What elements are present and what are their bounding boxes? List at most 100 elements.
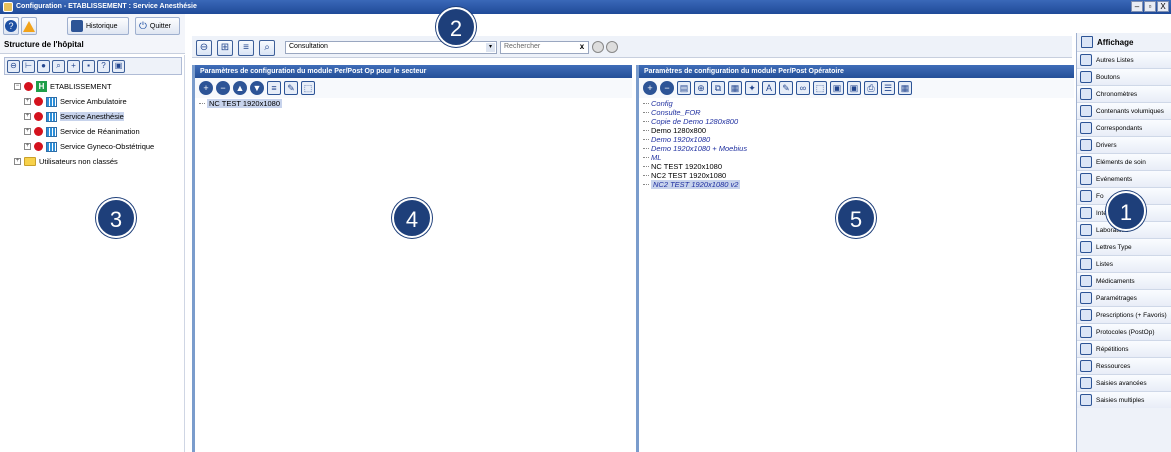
sidebar-item[interactable]: Protocoles (PostOp) — [1077, 323, 1171, 340]
print-icon[interactable]: ⎙ — [864, 81, 878, 95]
star-icon[interactable]: ✦ — [745, 81, 759, 95]
restore-button[interactable]: ▫ — [1144, 1, 1156, 12]
tree-item-gyneco[interactable]: + Service Gyneco-Obstétrique — [14, 139, 184, 154]
remove-icon[interactable]: − — [660, 81, 674, 95]
list-item[interactable]: NC2 TEST 1920x1080 v2 — [643, 180, 1070, 189]
refresh-icon[interactable]: ⊖ — [7, 59, 20, 73]
search-icon[interactable]: ⌕ — [52, 59, 65, 73]
historique-label: Historique — [86, 22, 118, 30]
sidebar-item[interactable]: Prescriptions (+ Favoris) — [1077, 306, 1171, 323]
refresh-icon[interactable]: ⊖ — [196, 40, 212, 56]
sidebar-item[interactable]: Saisies multiples — [1077, 391, 1171, 408]
info-icon[interactable]: ? — [97, 59, 110, 73]
sidebar-header[interactable]: Affichage — [1077, 33, 1171, 51]
expand-icon[interactable]: + — [24, 128, 31, 135]
list-item[interactable]: ML — [643, 153, 1070, 162]
warning-button[interactable] — [21, 17, 37, 35]
list-item[interactable]: NC TEST 1920x1080 — [199, 99, 628, 108]
tree-item-ambulatoire[interactable]: + Service Ambulatoire — [14, 94, 184, 109]
save-icon[interactable]: ▣ — [112, 59, 125, 73]
select-icon[interactable]: ⬚ — [813, 81, 827, 95]
sidebar-item[interactable]: Listes — [1077, 255, 1171, 272]
layout-icon[interactable]: ≡ — [238, 40, 254, 56]
sidebar-item[interactable]: Paramétrages — [1077, 289, 1171, 306]
sidebar-item-label: Paramétrages — [1096, 294, 1137, 302]
add-icon[interactable]: + — [67, 59, 80, 73]
sidebar-item-label: Evénements — [1096, 175, 1133, 183]
tree-item-etablissement[interactable]: − H ETABLISSEMENT — [14, 79, 184, 94]
list-item[interactable]: Demo 1920x1080 + Moebius — [643, 144, 1070, 153]
sort-icon[interactable]: ≡ — [267, 81, 281, 95]
grid-icon[interactable]: ▦ — [898, 81, 912, 95]
minimize-button[interactable]: – — [1131, 1, 1143, 12]
sidebar-item[interactable]: Contenants volumiques — [1077, 102, 1171, 119]
user-icon[interactable]: ● — [37, 59, 50, 73]
tree-item-reanimation[interactable]: + Service de Réanimation — [14, 124, 184, 139]
quitter-button[interactable]: ⏻ Quitter — [135, 17, 180, 35]
copy-icon[interactable]: ⧉ — [711, 81, 725, 95]
expand-icon[interactable]: + — [24, 143, 31, 150]
list-item[interactable]: Demo 1920x1080 — [643, 135, 1070, 144]
sidebar-item[interactable]: Eléments de soin — [1077, 153, 1171, 170]
expand-icon[interactable]: + — [24, 113, 31, 120]
sidebar-item[interactable]: Correspondants — [1077, 119, 1171, 136]
list-item[interactable]: NC2 TEST 1920x1080 — [643, 171, 1070, 180]
sidebar-item[interactable]: Drivers — [1077, 136, 1171, 153]
sidebar-item[interactable]: Saisies avancées — [1077, 374, 1171, 391]
power-icon: ⏻ — [139, 20, 147, 32]
tree-icon[interactable]: ⊢ — [22, 59, 35, 73]
delete-icon[interactable]: ▪ — [82, 59, 95, 73]
sidebar-item[interactable]: Médicaments — [1077, 272, 1171, 289]
prev-result-button[interactable] — [592, 41, 604, 53]
list-item[interactable]: Demo 1280x800 — [643, 126, 1070, 135]
list-item-label: Consulte_FOR — [651, 108, 701, 117]
clear-search-icon[interactable]: x — [577, 42, 587, 52]
expand-icon[interactable]: + — [14, 158, 21, 165]
expand-icon[interactable]: + — [24, 98, 31, 105]
sidebar-item[interactable]: Boutons — [1077, 68, 1171, 85]
down-icon[interactable]: ▼ — [250, 81, 264, 95]
add-icon[interactable]: + — [643, 81, 657, 95]
sidebar-item[interactable]: Lettres Type — [1077, 238, 1171, 255]
document-icon[interactable]: ▤ — [677, 81, 691, 95]
sidebar-item[interactable]: Chronomètres — [1077, 85, 1171, 102]
up-icon[interactable]: ▲ — [233, 81, 247, 95]
close-button[interactable]: X — [1157, 1, 1169, 12]
save-as-icon[interactable]: ▣ — [847, 81, 861, 95]
tree-view-icon[interactable]: ⊞ — [217, 40, 233, 56]
sidebar-item[interactable]: Répétitions — [1077, 340, 1171, 357]
link-icon[interactable]: ∞ — [796, 81, 810, 95]
sidebar-item[interactable]: Autres Listes — [1077, 51, 1171, 68]
select-icon[interactable]: ⬚ — [301, 81, 315, 95]
edit-icon[interactable]: ✎ — [284, 81, 298, 95]
sidebar-item[interactable]: Ressources — [1077, 357, 1171, 374]
list-icon[interactable]: ☰ — [881, 81, 895, 95]
list-item[interactable]: Copie de Demo 1280x800 — [643, 117, 1070, 126]
remove-icon[interactable]: − — [216, 81, 230, 95]
rename-icon[interactable]: A — [762, 81, 776, 95]
category-icon — [1080, 343, 1092, 355]
add-icon[interactable]: + — [199, 81, 213, 95]
save-icon[interactable]: ▣ — [830, 81, 844, 95]
folder-icon — [24, 157, 36, 166]
paste-icon[interactable]: ▦ — [728, 81, 742, 95]
tree-item-anesthesie[interactable]: + Service Anesthésie — [14, 109, 184, 124]
category-icon — [1080, 207, 1092, 219]
collapse-icon[interactable]: − — [14, 83, 21, 90]
search-icon[interactable]: ⌕ — [259, 40, 275, 56]
sidebar-item[interactable]: Evénements — [1077, 170, 1171, 187]
historique-button[interactable]: Historique — [67, 17, 129, 35]
tree-item-non-classes[interactable]: + Utilisateurs non classés — [14, 154, 184, 169]
search-input[interactable]: Rechercher x — [500, 41, 589, 54]
globe-icon[interactable]: ⊕ — [694, 81, 708, 95]
list-item[interactable]: Config — [643, 99, 1070, 108]
edit-icon[interactable]: ✎ — [779, 81, 793, 95]
list-item[interactable]: NC TEST 1920x1080 — [643, 162, 1070, 171]
warning-icon — [23, 20, 35, 32]
next-result-button[interactable] — [606, 41, 618, 53]
list-item-label: NC TEST 1920x1080 — [207, 99, 283, 108]
help-button[interactable]: ? — [3, 17, 19, 35]
list-item-label: Demo 1920x1080 — [651, 135, 711, 144]
list-item[interactable]: Consulte_FOR — [643, 108, 1070, 117]
chevron-down-icon[interactable]: ▾ — [486, 43, 495, 52]
